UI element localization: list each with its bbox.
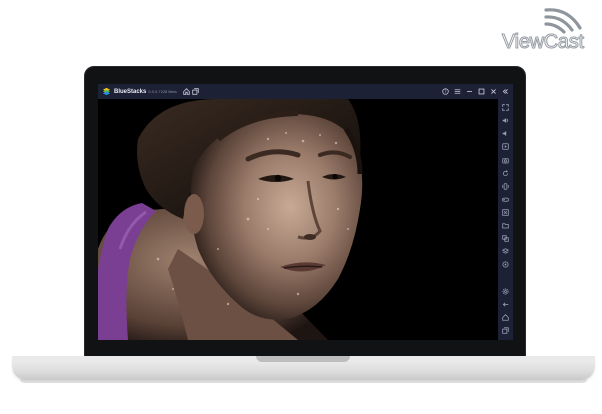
screenshot-icon[interactable] (501, 156, 510, 165)
shake-icon[interactable] (501, 182, 510, 191)
multi-instance-sync-icon[interactable] (501, 234, 510, 243)
fullscreen-icon[interactable] (501, 103, 510, 112)
volume-down-icon[interactable] (501, 129, 510, 138)
multi-instance-icon[interactable] (191, 87, 200, 96)
titlebar: BlueStacks 5.0.0.7228 Beta ? (98, 84, 513, 99)
minimize-icon[interactable] (465, 87, 474, 96)
app-version: 5.0.0.7228 Beta (148, 89, 177, 94)
folder-icon[interactable] (501, 221, 510, 230)
close-icon[interactable] (489, 87, 498, 96)
macro-icon[interactable] (501, 208, 510, 217)
sidebar-toolbar (498, 99, 513, 340)
screen-record-icon[interactable] (501, 142, 510, 151)
recent-apps-icon[interactable] (501, 326, 510, 335)
eco-mode-icon[interactable] (501, 247, 510, 256)
viewcast-logo: ViewCast (500, 6, 596, 54)
menu-icon[interactable] (453, 87, 462, 96)
app-title: BlueStacks (114, 88, 147, 95)
window-controls: ? (441, 87, 513, 96)
app-content-image[interactable] (98, 99, 498, 340)
bluestacks-window: BlueStacks 5.0.0.7228 Beta ? (98, 84, 513, 340)
athlete-photo (98, 99, 498, 340)
help-icon[interactable]: ? (441, 87, 450, 96)
home-icon[interactable] (182, 87, 191, 96)
rotate-icon[interactable] (501, 169, 510, 178)
svg-text:?: ? (444, 89, 446, 94)
gamepad-icon[interactable] (501, 195, 510, 204)
viewcast-wordmark: ViewCast (502, 31, 585, 54)
collapse-sidebar-icon[interactable] (501, 87, 510, 96)
location-icon[interactable] (501, 260, 510, 269)
laptop-notch (256, 356, 350, 362)
back-icon[interactable] (501, 300, 510, 309)
bluestacks-logo-icon (102, 87, 111, 96)
volume-up-icon[interactable] (501, 116, 510, 125)
maximize-icon[interactable] (477, 87, 486, 96)
settings-icon[interactable] (501, 287, 510, 296)
home-nav-icon[interactable] (501, 313, 510, 322)
